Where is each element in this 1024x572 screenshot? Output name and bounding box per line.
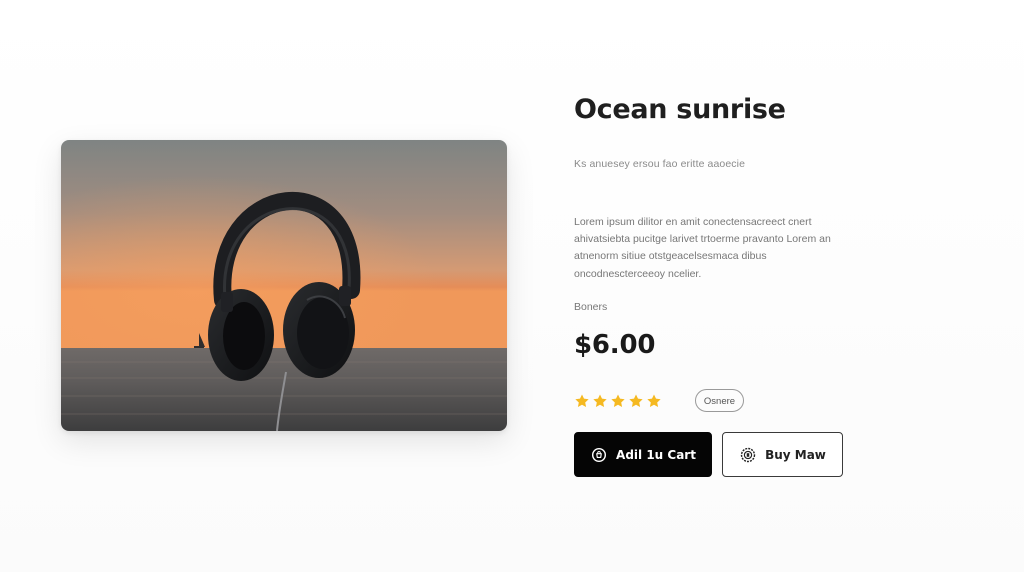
bag-icon (590, 446, 608, 464)
purchase-actions: Adil 1u Cart Buy Maw (574, 432, 843, 477)
product-price: $6.00 (574, 330, 656, 360)
product-details: Ocean sunrise Ks anuesey ersou fao eritt… (574, 86, 934, 477)
star-rating (574, 393, 662, 409)
headphones-sunrise-photo (61, 140, 507, 431)
star-icon (574, 393, 590, 409)
badge-icon (739, 446, 757, 464)
buy-now-label: Buy Maw (765, 447, 826, 462)
product-subtitle: Ks anuesey ersou fao eritte aaoecie (574, 158, 746, 170)
rating-row: Osnere (574, 389, 874, 415)
product-title: Ocean sunrise (574, 94, 786, 125)
price-label: Boners (574, 301, 608, 313)
add-to-cart-button[interactable]: Adil 1u Cart (574, 432, 712, 477)
product-description: Lorem ipsum dilitor en amit conectensacr… (574, 216, 831, 280)
star-icon (610, 393, 626, 409)
product-image (61, 140, 507, 431)
reviews-chip[interactable]: Osnere (695, 389, 744, 412)
buy-now-button[interactable]: Buy Maw (722, 432, 843, 477)
add-to-cart-label: Adil 1u Cart (616, 447, 696, 462)
star-icon (628, 393, 644, 409)
star-icon (646, 393, 662, 409)
star-icon (592, 393, 608, 409)
